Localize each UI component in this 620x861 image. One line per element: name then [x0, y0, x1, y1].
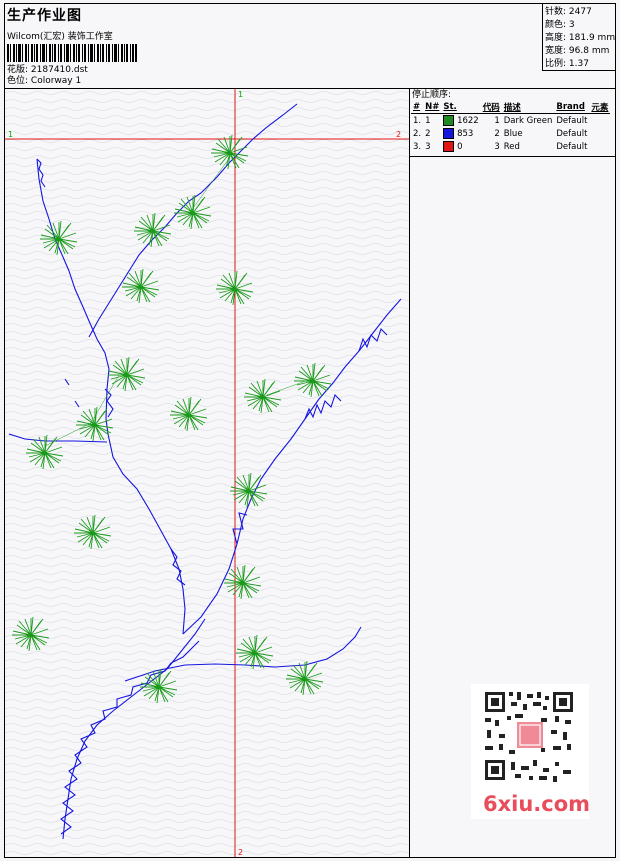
embroidery-drawing: 1 2 1 2 — [5, 89, 409, 857]
row-code: 1 — [494, 115, 500, 126]
stop-sequence-title: 停止顺序: — [412, 90, 452, 100]
row-stitches: 853 — [441, 127, 480, 140]
row-number: 2 — [425, 128, 431, 139]
stat-width: 宽度: 96.8 mm — [545, 45, 615, 58]
table-header-row: # N# St. 代码 描述 Brand 元素 — [411, 101, 611, 114]
guide-label-left: 1 — [8, 130, 13, 139]
page-title: 生产作业图 — [7, 8, 82, 24]
design-file-line: 花版: 2187410.dst — [7, 65, 137, 76]
col-header: 代码 — [480, 101, 502, 114]
row-description: Blue — [503, 128, 523, 139]
row-element — [589, 127, 610, 140]
table-row: 3. 3 0 3 Red Default — [411, 140, 610, 153]
col-header: St. — [441, 101, 481, 114]
row-number: 1 — [425, 115, 431, 126]
guide-label-top: 1 — [238, 90, 243, 99]
col-header: Brand — [554, 101, 590, 114]
header-info: 生产作业图 Wilcom(汇宏) 装饰工作室 花版: 2187410.dst 色… — [7, 4, 137, 87]
table-row: 1. 1 1622 1 Dark Green Default — [411, 114, 610, 128]
stop-sequence-table: # N# St. 代码 描述 Brand 元素 1. 1 1622 1 Dark… — [411, 101, 611, 153]
row-code: 3 — [494, 141, 500, 152]
color-swatch — [443, 128, 455, 139]
col-header: 元素 — [589, 101, 611, 114]
row-index: 3. — [413, 141, 422, 152]
qr-code — [481, 688, 577, 784]
guide-label-right: 2 — [396, 130, 401, 139]
row-number: 3 — [425, 141, 431, 152]
stitch-count: 0 — [457, 142, 463, 152]
col-header: 描述 — [501, 101, 555, 114]
qr-watermark: 6xiu.com — [471, 684, 591, 819]
stat-label: 颜色: — [545, 20, 567, 30]
stats-box: 针数: 2477 颜色: 3 高度: 181.9 mm 宽度: 96.8 mm … — [542, 4, 615, 71]
stat-value: 2477 — [568, 7, 592, 17]
row-description: Red — [503, 141, 520, 152]
stat-label: 针数: — [545, 7, 567, 17]
barcode — [7, 44, 137, 62]
stat-height: 高度: 181.9 mm — [545, 32, 615, 45]
stat-label: 宽度: — [545, 46, 567, 56]
colorway-value: Colorway 1 — [30, 76, 82, 86]
stat-label: 比例: — [545, 59, 567, 69]
col-header: N# — [423, 101, 442, 114]
colorway-label: 色位: — [7, 76, 29, 86]
design-preview: 1 2 1 2 — [5, 89, 410, 857]
stat-value: 3 — [568, 20, 575, 30]
stat-stitches: 针数: 2477 — [545, 6, 615, 19]
colorway-line: 色位: Colorway 1 — [7, 76, 137, 87]
worksheet-frame: 生产作业图 Wilcom(汇宏) 装饰工作室 花版: 2187410.dst 色… — [4, 3, 616, 858]
watermark-text: 6xiu.com — [483, 792, 591, 816]
col-header: # — [411, 101, 424, 114]
guide-label-bottom: 2 — [238, 848, 243, 857]
row-index: 2. — [413, 128, 422, 139]
row-brand: Default — [556, 115, 588, 126]
stat-label: 高度: — [545, 33, 567, 43]
stitch-count: 1622 — [457, 116, 479, 126]
stat-value: 181.9 mm — [568, 33, 616, 43]
row-brand: Default — [556, 141, 588, 152]
row-element — [589, 140, 610, 153]
row-index: 1. — [413, 115, 422, 126]
design-label: 花版: — [7, 65, 29, 75]
stitch-count: 853 — [457, 129, 474, 139]
row-stitches: 1622 — [441, 114, 480, 128]
color-swatch — [443, 115, 455, 126]
row-description: Dark Green — [503, 115, 553, 126]
row-code: 2 — [494, 128, 500, 139]
panel-divider — [410, 156, 615, 157]
row-element — [589, 114, 610, 128]
stat-value: 96.8 mm — [568, 46, 610, 56]
table-row: 2. 2 853 2 Blue Default — [411, 127, 610, 140]
company-name: Wilcom(汇宏) 装饰工作室 — [7, 32, 113, 42]
design-file: 2187410.dst — [30, 65, 88, 75]
fabric-background — [5, 89, 409, 857]
row-stitches: 0 — [441, 140, 480, 153]
stat-value: 1.37 — [568, 59, 589, 69]
row-brand: Default — [556, 128, 588, 139]
stat-colors: 颜色: 3 — [545, 19, 615, 32]
header: 生产作业图 Wilcom(汇宏) 装饰工作室 花版: 2187410.dst 色… — [5, 4, 615, 89]
stat-scale: 比例: 1.37 — [545, 58, 615, 71]
color-swatch — [443, 141, 455, 152]
